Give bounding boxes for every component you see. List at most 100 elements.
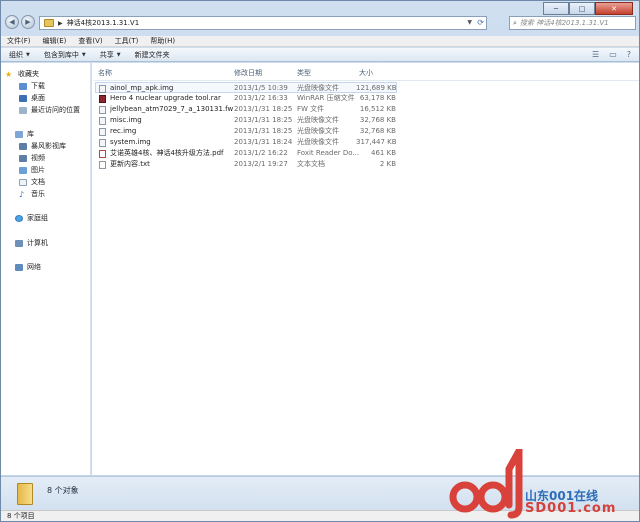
nav-recent-label: 最近访问的位置 [31,106,80,114]
file-row[interactable]: system.img 2013/1/31 18:24 光盘映像文件 317,44… [96,137,396,148]
chevron-down-icon: ▼ [26,51,30,58]
navigation-pane: ★ 收藏夹 下载 桌面 最近访问的位置 库 暴风影视库 视频 图片 文档 ♪ 音乐 … [1,63,91,475]
view-tools: ☰ ▭ ? [582,50,631,59]
file-list: 名称 修改日期 类型 大小 ainol_mp_apk.img 2013/1/5 … [92,63,639,475]
help-icon[interactable]: ? [627,50,631,59]
file-row[interactable]: misc.img 2013/1/31 18:25 光盘映像文件 32,768 K… [96,115,396,126]
file-size: 63,178 KB [359,94,396,102]
breadcrumb-current[interactable]: 神话4核2013.1.31.V1 [67,18,140,28]
nav-documents-label: 文档 [31,178,45,186]
file-row[interactable]: 更新内容.txt 2013/2/1 19:27 文本文档 2 KB [96,159,396,170]
file-type: Foxit Reader Do... [297,149,359,157]
nav-documents[interactable]: 文档 [19,177,45,187]
menu-file[interactable]: 文件(F) [7,36,31,46]
include-library-button[interactable]: 包含到库中 ▼ [44,50,86,60]
back-button[interactable]: ◀ [5,15,19,29]
file-row[interactable]: jellybean_atm7029_7_a_130131.fw 2013/1/3… [96,104,396,115]
share-label: 共享 [99,50,114,59]
search-placeholder: 搜索 神话4核2013.1.31.V1 [519,19,609,27]
column-size-label: 大小 [359,69,373,77]
watermark-domain: SD001.com [525,501,617,516]
maximize-button[interactable]: □ [569,2,595,15]
menu-tools[interactable]: 工具(T) [115,36,139,46]
nav-music-label: 音乐 [31,190,45,198]
nav-network[interactable]: 网络 [15,262,41,272]
minimize-button[interactable]: ─ [543,2,569,15]
file-name: 更新内容.txt [110,160,150,168]
nav-recent-places[interactable]: 最近访问的位置 [19,105,80,115]
file-name: 艾诺英雄4核、神话4核升级方法.pdf [110,149,224,157]
nav-pictures[interactable]: 图片 [19,165,45,175]
view-options-icon[interactable]: ☰ [592,50,599,59]
downloads-folder-icon [19,82,27,90]
menu-help[interactable]: 帮助(H) [150,36,175,46]
file-name: rec.img [110,127,137,135]
file-name: misc.img [110,116,142,124]
generic-file-icon [99,106,106,114]
share-button[interactable]: 共享 ▼ [100,50,121,60]
column-header-name[interactable]: 名称 [98,67,228,79]
nav-favorites[interactable]: ★ 收藏夹 [5,69,39,79]
close-button[interactable]: ✕ [595,2,633,15]
header-divider [94,80,639,81]
title-bar: ─ □ ✕ ◀ ▶ ▶ 神话4核2013.1.31.V1 ▼ ⟳ ⌕ 搜索 神话… [1,1,639,35]
file-name: system.img [110,138,151,146]
organize-button[interactable]: 组织 ▼ [9,50,30,60]
video-library-icon [19,142,27,150]
file-name: Hero 4 nuclear upgrade tool.rar [110,94,221,102]
nav-libraries-label: 库 [27,130,34,138]
file-row[interactable]: 艾诺英雄4核、神话4核升级方法.pdf 2013/1/2 16:22 Foxit… [96,148,396,159]
column-header-date[interactable]: 修改日期 [234,67,294,79]
status-text: 8 个项目 [7,512,35,520]
pictures-icon [19,166,27,174]
file-name: jellybean_atm7029_7_a_130131.fw [110,105,234,113]
file-date: 2013/2/1 19:27 [234,160,288,168]
pdf-file-icon [99,150,106,158]
refresh-icon[interactable]: ⟳ [477,18,484,27]
preview-pane-icon[interactable]: ▭ [609,50,617,59]
nav-libraries[interactable]: 库 [15,129,34,139]
nav-videos[interactable]: 视频 [19,153,45,163]
nav-baofeng-label: 暴风影视库 [31,142,66,150]
nav-music[interactable]: ♪ 音乐 [19,189,45,199]
file-type: FW 文件 [297,105,325,113]
object-count: 8 个对象 [47,486,79,495]
file-date: 2013/1/2 16:22 [234,149,288,157]
menu-view[interactable]: 查看(V) [78,36,102,46]
file-size: 16,512 KB [359,105,396,113]
explorer-window: ─ □ ✕ ◀ ▶ ▶ 神话4核2013.1.31.V1 ▼ ⟳ ⌕ 搜索 神话… [0,0,640,522]
nav-baofeng-library[interactable]: 暴风影视库 [19,141,66,151]
breadcrumb-chevron-icon[interactable]: ▶ [58,20,63,27]
chevron-down-icon[interactable]: ▼ [467,19,472,26]
nav-desktop[interactable]: 桌面 [19,93,45,103]
network-icon [15,263,23,271]
disc-image-file-icon [99,85,106,93]
nav-homegroup[interactable]: 家庭组 [15,213,48,223]
search-input[interactable]: ⌕ 搜索 神话4核2013.1.31.V1 [509,16,636,30]
disc-image-file-icon [99,128,106,136]
menu-edit[interactable]: 编辑(E) [43,36,67,46]
nav-downloads[interactable]: 下载 [19,81,45,91]
disc-image-file-icon [99,139,106,147]
column-header-type[interactable]: 类型 [297,67,357,79]
search-icon: ⌕ [513,18,517,27]
music-icon: ♪ [19,189,25,199]
file-row[interactable]: ainol_mp_apk.img 2013/1/5 10:39 光盘映像文件 1… [95,82,397,93]
nav-homegroup-label: 家庭组 [27,214,48,222]
new-folder-button[interactable]: 新建文件夹 [135,50,170,60]
column-header-size[interactable]: 大小 [359,67,399,79]
file-date: 2013/1/31 18:25 [234,116,293,124]
file-row[interactable]: rec.img 2013/1/31 18:25 光盘映像文件 32,768 KB [96,126,396,137]
watermark-logo-icon [449,449,523,519]
file-date: 2013/1/31 18:25 [234,105,293,113]
nav-downloads-label: 下载 [31,82,45,90]
forward-button[interactable]: ▶ [21,15,35,29]
nav-pictures-label: 图片 [31,166,45,174]
file-row[interactable]: Hero 4 nuclear upgrade tool.rar 2013/1/2… [96,93,396,104]
nav-network-label: 网络 [27,263,41,271]
disc-image-file-icon [99,117,106,125]
nav-computer[interactable]: 计算机 [15,238,48,248]
address-bar[interactable]: ▶ 神话4核2013.1.31.V1 ▼ ⟳ [39,16,487,30]
file-type: 光盘映像文件 [297,116,339,124]
file-date: 2013/1/31 18:24 [234,138,293,146]
